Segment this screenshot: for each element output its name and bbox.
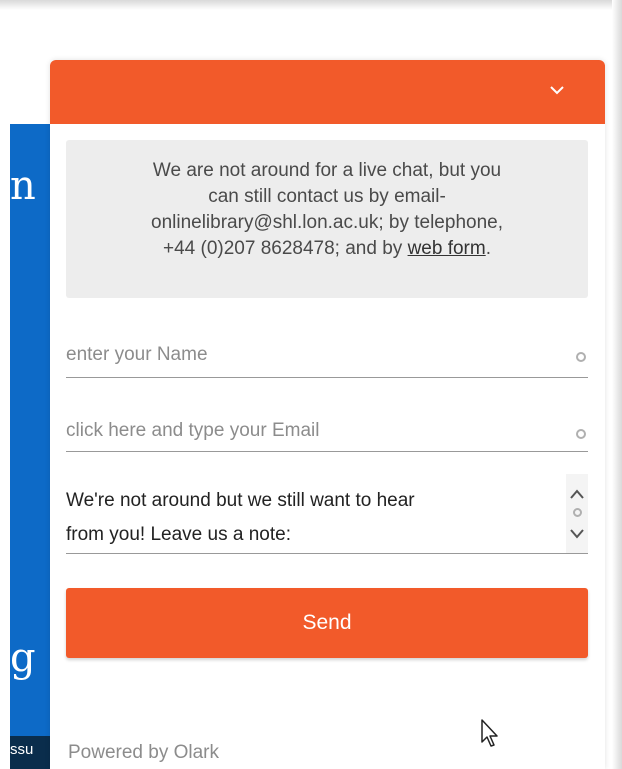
offline-message-text: +44 (0)207 8628478; and by <box>163 238 408 259</box>
offline-message-line: We are not around for a live chat, but y… <box>152 160 502 181</box>
web-form-link[interactable]: web form <box>408 238 486 259</box>
required-indicator-icon <box>576 352 586 362</box>
message-textarea-text: We're not around but we still want to he… <box>66 484 546 552</box>
banner-text-fragment: n <box>10 163 36 209</box>
strip-text-fragment: ssu <box>10 741 34 758</box>
offline-message-line: onlinelibrary@shl.lon.ac.uk; by telephon… <box>151 212 503 233</box>
chat-widget-header[interactable] <box>50 60 605 124</box>
offline-message-line: +44 (0)207 8628478; and by web form. <box>86 236 568 262</box>
name-field[interactable]: enter your Name <box>66 330 588 378</box>
name-field-placeholder: enter your Name <box>66 344 208 365</box>
textarea-scrollbar[interactable] <box>566 474 588 553</box>
scroll-down-icon[interactable] <box>569 528 585 540</box>
banner-text-fragment: g <box>10 635 36 681</box>
message-line: We're not around but we still want to he… <box>66 490 415 511</box>
offline-message: We are not around for a live chat, but y… <box>66 140 588 298</box>
message-line: from you! Leave us a note: <box>66 524 291 545</box>
chat-widget: We are not around for a live chat, but y… <box>50 60 605 769</box>
chevron-down-icon[interactable] <box>549 83 565 97</box>
send-button[interactable]: Send <box>66 588 588 658</box>
required-indicator-icon <box>576 429 586 439</box>
email-field[interactable]: click here and type your Email <box>66 406 588 452</box>
email-field-placeholder: click here and type your Email <box>66 420 320 441</box>
powered-by-footer: Powered by Olark <box>68 742 220 763</box>
message-textarea[interactable]: We're not around but we still want to he… <box>66 474 588 554</box>
scroll-up-icon[interactable] <box>569 488 585 500</box>
mouse-cursor-icon <box>481 719 498 747</box>
scroll-grip-icon[interactable] <box>573 508 582 517</box>
offline-message-line: can still contact us by email- <box>208 186 446 207</box>
offline-message-text: . <box>485 238 491 259</box>
